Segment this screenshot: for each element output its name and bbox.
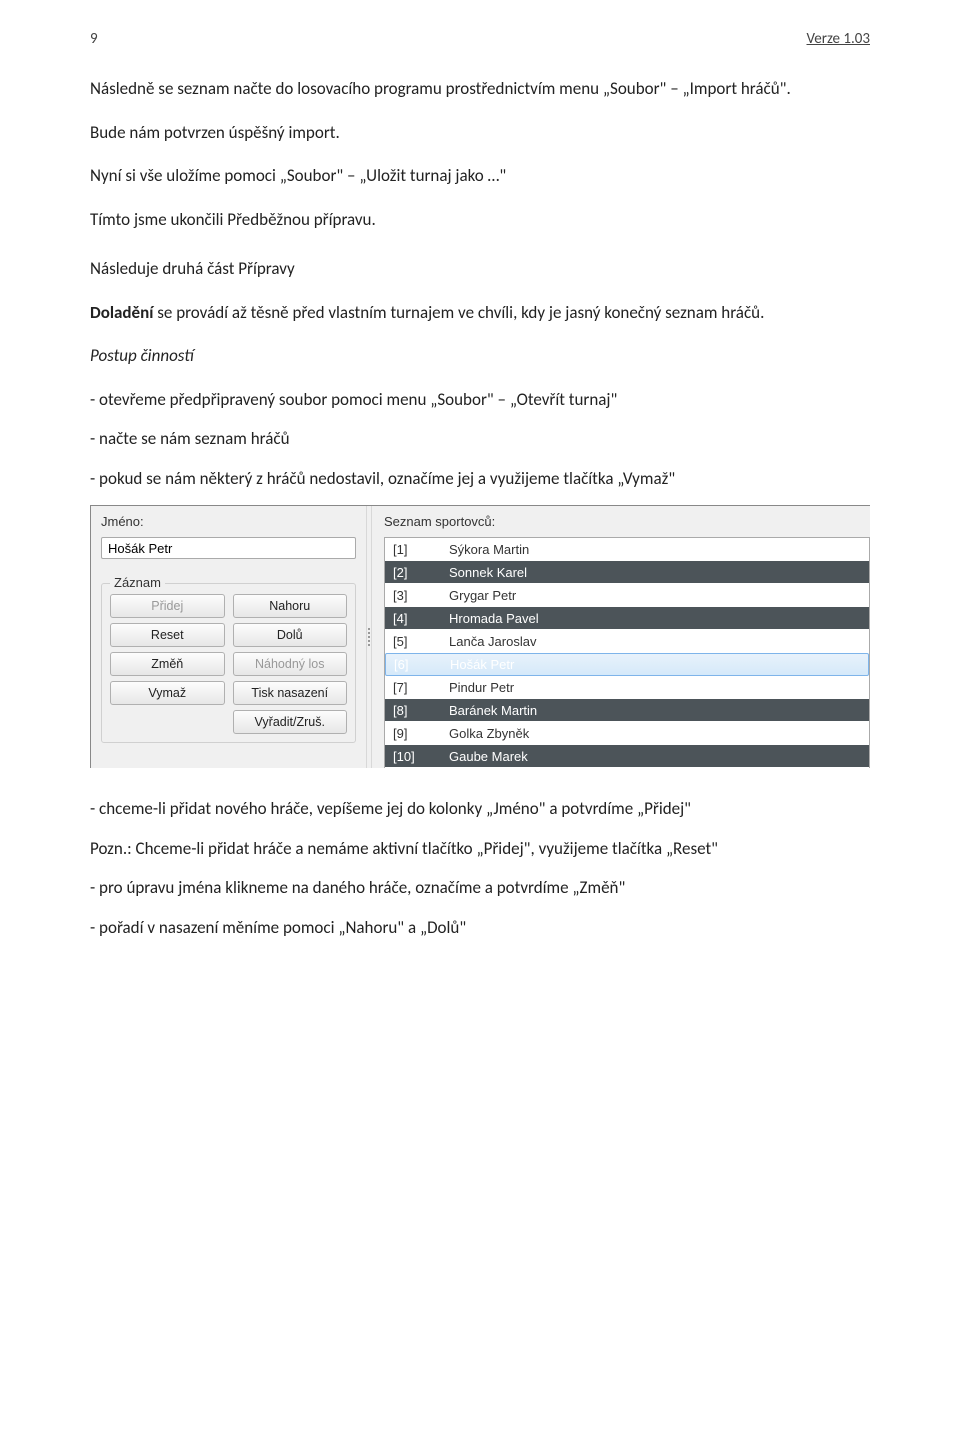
player-rank: [6] [386,657,432,672]
down-button[interactable]: Dolů [233,623,348,647]
app-screenshot: Jméno: Záznam Přidej Nahoru Reset Dolů Z… [90,505,870,768]
list-item[interactable]: [2]Sonnek Karel [385,561,869,584]
right-panel: Seznam sportovců: [1]Sýkora Martin[2]Son… [372,506,870,768]
list-item[interactable]: [8]Baránek Martin [385,699,869,722]
player-rank: [5] [385,634,431,649]
list-item[interactable]: [4]Hromada Pavel [385,607,869,630]
name-label: Jméno: [101,514,356,529]
reset-button[interactable]: Reset [110,623,225,647]
add-button[interactable]: Přidej [110,594,225,618]
paragraph-italic: Postup činností [90,343,870,369]
list-item[interactable]: [7]Pindur Petr [385,676,869,699]
exclude-button[interactable]: Vyřadit/Zruš. [233,710,348,734]
list-item[interactable]: [9]Golka Zbyněk [385,722,869,745]
paragraph: Doladění se provádí až těsně před vlastn… [90,300,870,326]
player-rank: [7] [385,680,431,695]
text: se provádí až těsně před vlastním turnaj… [153,302,764,323]
list-item[interactable]: [1]Sýkora Martin [385,538,869,561]
player-rank: [10] [385,749,431,764]
list-item: - otevřeme předpřipravený soubor pomoci … [90,387,870,413]
player-rank: [9] [385,726,431,741]
list-item[interactable]: [5]Lanča Jaroslav [385,630,869,653]
paragraph: Tímto jsme ukončili Předběžnou přípravu. [90,207,870,233]
left-panel: Jméno: Záznam Přidej Nahoru Reset Dolů Z… [91,506,366,768]
paragraph: Následně se seznam načte do losovacího p… [90,76,870,102]
player-rank: [3] [385,588,431,603]
player-name: Golka Zbyněk [431,726,869,741]
up-button[interactable]: Nahoru [233,594,348,618]
player-name: Pindur Petr [431,680,869,695]
list-item: - chceme-li přidat nového hráče, vepíšem… [90,796,870,822]
player-list[interactable]: [1]Sýkora Martin[2]Sonnek Karel[3]Grygar… [384,537,870,768]
list-item[interactable]: [10]Gaube Marek [385,745,869,768]
list-item: - pro úpravu jména klikneme na daného hr… [90,875,870,901]
change-button[interactable]: Změň [110,652,225,676]
player-name: Hošák Petr [432,657,868,672]
random-button[interactable]: Náhodný los [233,652,348,676]
version-label: Verze 1.03 [807,30,871,48]
player-name: Hromada Pavel [431,611,869,626]
player-rank: [4] [385,611,431,626]
player-rank: [1] [385,542,431,557]
print-button[interactable]: Tisk nasazení [233,681,348,705]
player-name: Grygar Petr [431,588,869,603]
record-group: Záznam Přidej Nahoru Reset Dolů Změň Náh… [101,583,356,743]
paragraph: Bude nám potvrzen úspěšný import. [90,120,870,146]
page-number: 9 [90,30,98,48]
list-label: Seznam sportovců: [384,514,870,529]
list-item[interactable]: [3]Grygar Petr [385,584,869,607]
note-paragraph: Pozn.: Chceme-li přidat hráče a nemáme a… [90,836,870,862]
player-rank: [2] [385,565,431,580]
button-grid: Přidej Nahoru Reset Dolů Změň Náhodný lo… [110,594,347,734]
paragraph: Následuje druhá část Přípravy [90,256,870,282]
bold-text: Doladění [90,302,153,323]
list-item: - načte se nám seznam hráčů [90,426,870,452]
player-name: Lanča Jaroslav [431,634,869,649]
player-rank: [8] [385,703,431,718]
paragraph: Nyní si vše uložíme pomoci „Soubor" – „U… [90,163,870,189]
player-name: Sýkora Martin [431,542,869,557]
player-name: Baránek Martin [431,703,869,718]
player-name: Sonnek Karel [431,565,869,580]
list-item[interactable]: [6]Hošák Petr [385,653,869,676]
page-header: 9 Verze 1.03 [90,30,870,48]
list-item: - pokud se nám některý z hráčů nedostavi… [90,466,870,492]
player-name: Gaube Marek [431,749,869,764]
delete-button[interactable]: Vymaž [110,681,225,705]
group-title: Záznam [110,575,165,590]
name-input[interactable] [101,537,356,559]
list-item: - pořadí v nasazení měníme pomoci „Nahor… [90,915,870,941]
